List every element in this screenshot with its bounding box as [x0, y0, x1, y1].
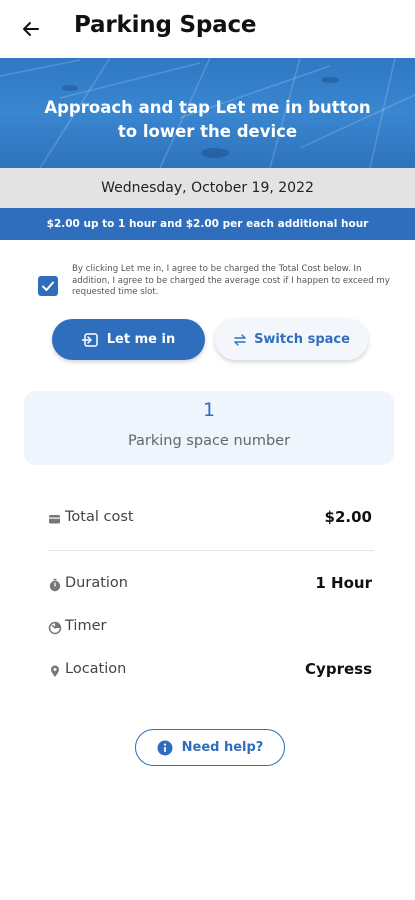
wallet-icon — [49, 515, 60, 524]
rate-bar: $2.00 up to 1 hour and $2.00 per each ad… — [0, 208, 415, 240]
total-cost-value: $2.00 — [324, 508, 372, 526]
location-value: Cypress — [305, 660, 372, 678]
banner-line-1: Approach and tap Let me in button — [44, 98, 371, 117]
duration-value: 1 Hour — [315, 574, 372, 592]
need-help-label: Need help? — [181, 740, 264, 755]
let-me-in-label: Let me in — [106, 332, 176, 347]
location-pin-icon — [51, 665, 59, 677]
total-cost-label: Total cost — [65, 509, 134, 525]
swap-arrows-icon — [234, 333, 246, 346]
timer-row: Timer — [48, 616, 374, 642]
timer-icon — [48, 621, 62, 635]
page-title: Parking Space — [74, 12, 257, 38]
instruction-banner: Approach and tap Let me in button to low… — [0, 58, 415, 168]
timer-label: Timer — [65, 618, 107, 634]
need-help-button[interactable]: Need help? — [135, 729, 285, 766]
location-label: Location — [65, 661, 127, 677]
parking-space-card: 1 Parking space number — [24, 391, 394, 465]
location-row: Location Cypress — [48, 659, 374, 685]
arrow-left-icon — [23, 22, 39, 36]
agreement-text: By clicking Let me in, I agree to be cha… — [72, 264, 390, 298]
checkmark-icon — [42, 281, 54, 291]
parking-space-label: Parking space number — [127, 433, 291, 449]
app-header: Parking Space — [0, 0, 415, 58]
stopwatch-icon — [49, 578, 61, 592]
switch-space-label: Switch space — [254, 332, 350, 347]
info-icon — [157, 740, 173, 755]
duration-row: Duration 1 Hour — [48, 573, 374, 599]
total-cost-row: Total cost $2.00 — [48, 507, 374, 533]
back-button[interactable] — [18, 16, 44, 42]
parking-space-number: 1 — [202, 399, 216, 421]
duration-label: Duration — [65, 575, 128, 591]
date-bar: Wednesday, October 19, 2022 — [0, 168, 415, 208]
switch-space-button[interactable]: Switch space — [215, 319, 368, 360]
banner-line-2: to lower the device — [117, 122, 298, 141]
enter-icon — [81, 332, 98, 347]
let-me-in-button[interactable]: Let me in — [52, 319, 205, 360]
details-divider — [48, 550, 374, 551]
agreement-checkbox[interactable] — [38, 276, 58, 296]
